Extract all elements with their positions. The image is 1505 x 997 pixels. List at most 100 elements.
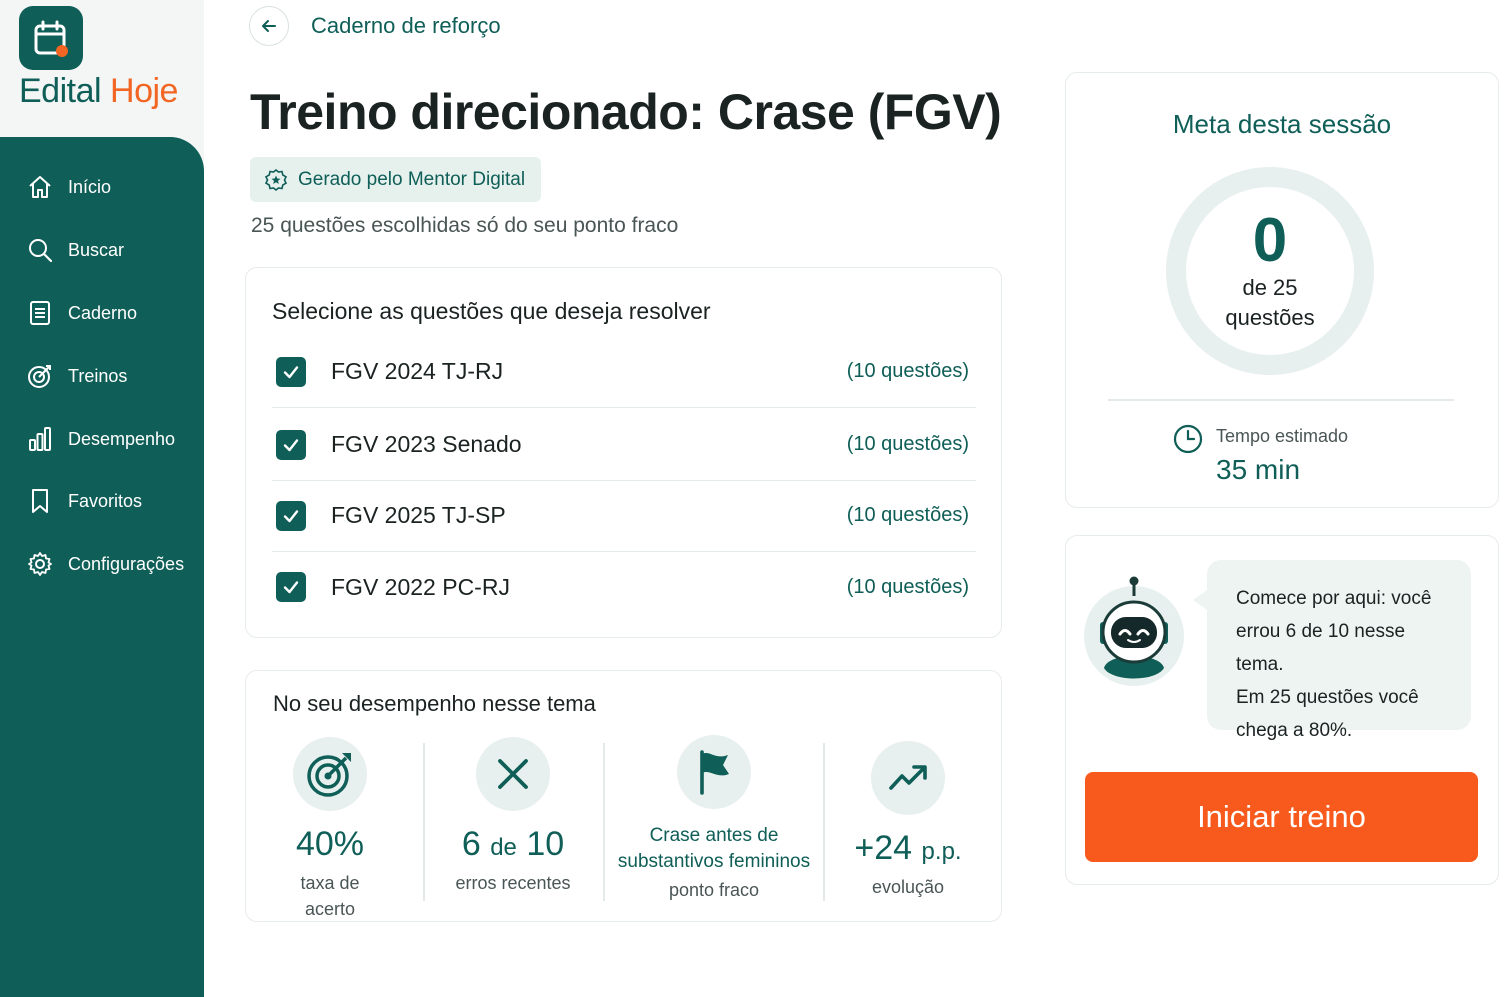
stat-value-main: 6 [461,825,481,863]
clock-icon [1173,424,1203,454]
sidebar-item-buscar[interactable]: Buscar [26,230,124,270]
weak-point-line1: Crase antes de [649,825,779,846]
sidebar-item-configuracoes[interactable]: Configurações [26,544,184,584]
notebook-icon [26,299,54,327]
question-set-count: (10 questões) [846,360,969,382]
stat-accuracy: 40% taxa de acerto [274,737,386,922]
mentor-message-line1: Comece por aqui: você [1236,588,1432,609]
stat-label: ponto fraco [668,880,760,900]
sidebar-item-label: Buscar [68,239,125,260]
sidebar-item-label: Desempenho [68,428,176,449]
sidebar-nav: Início Buscar Caderno Treinos Desempenho… [0,137,204,997]
app-root: Edital Hoje Início Buscar Caderno Treino… [0,0,1505,997]
stat-value-unit: p.p. [921,838,962,865]
stat-value-sep: de [490,834,517,861]
sidebar-item-label: Favoritos [68,490,143,511]
question-set-name: FGV 2025 TJ-SP [331,502,506,528]
goal-total: de 25 [1242,275,1298,300]
check-icon [283,509,299,522]
page-subtitle: 25 questões escolhidas só do seu ponto f… [251,214,679,237]
sidebar-item-label: Configurações [68,553,185,574]
sidebar-item-label: Treinos [68,365,128,386]
weak-point-line2: substantivos femininos [617,851,811,872]
star-badge-icon [264,168,288,192]
stat-label: erros recentes [455,873,571,893]
performance-card: No seu desempenho nesse tema 40% taxa de… [245,670,1002,922]
mentor-card: Comece por aqui: você errou 6 de 10 ness… [1065,535,1499,885]
time-value: 35 min [1216,454,1301,485]
weak-point-topic: Crase antes de substantivos femininos [618,823,810,875]
target-icon [26,362,54,390]
sidebar-item-label: Início [68,176,112,197]
home-icon [26,173,54,201]
brand-name-part1: Edital [19,72,102,110]
divider [603,743,605,901]
checkbox-checked[interactable] [276,500,306,531]
mentor-speech-bubble: Comece por aqui: você errou 6 de 10 ness… [1193,560,1471,741]
question-set-row[interactable]: FGV 2022 PC-RJ (10 questões) [272,551,976,623]
session-goal-card: Meta desta sessão 0 de 25 questões Tempo… [1065,72,1499,508]
mentor-badge: Gerado pelo Mentor Digital [250,157,542,202]
trend-up-icon [871,741,945,815]
question-set-count: (10 questões) [846,504,969,526]
question-set-name: FGV 2023 Senado [331,431,522,457]
page-title: Treino direcionado: Crase (FGV) [250,84,1002,140]
sidebar-item-favoritos[interactable]: Favoritos [26,481,142,521]
brand-name-part2: Hoje [110,72,178,110]
check-icon [283,365,299,378]
question-set-name: FGV 2022 PC-RJ [331,573,510,600]
mentor-message-line3: Em 25 questões você [1236,687,1419,708]
arrow-left-icon [262,20,276,32]
goal-counter: 0 de 25 questões [1166,161,1374,381]
target-icon [293,737,367,811]
stat-value: 6 de 10 [462,825,564,864]
stat-evolution: +24 p.p. evolução [849,741,967,900]
stat-value-total: 10 [526,825,565,863]
sidebar-item-desempenho[interactable]: Desempenho [26,419,175,459]
question-set-row[interactable]: FGV 2025 TJ-SP (10 questões) [272,480,976,552]
time-label: Tempo estimado [1216,426,1349,446]
x-icon [476,737,550,811]
divider [823,743,825,901]
stat-weak-point: Crase antes de substantivos femininos po… [612,735,816,903]
question-selection-card: Selecione as questões que deseja resolve… [245,267,1002,638]
goal-completed: 0 [1252,206,1288,275]
bookmark-icon [26,487,54,515]
stat-label: evolução [871,877,945,897]
sidebar: Edital Hoje Início Buscar Caderno Treino… [0,0,204,997]
sidebar-item-inicio[interactable]: Início [26,167,111,207]
mentor-message-line2: errou 6 de 10 nesse tema. [1236,621,1406,675]
sidebar-item-treinos[interactable]: Treinos [26,356,127,396]
stat-value: +24 p.p. [854,829,961,868]
stat-value: 40% [295,825,365,863]
checkbox-checked[interactable] [276,572,306,602]
stat-label: taxa de acerto [300,873,360,919]
search-icon [26,236,54,264]
divider [423,743,425,901]
checkbox-checked[interactable] [276,356,306,387]
brand: Edital Hoje [0,0,204,140]
selection-heading: Selecione as questões que deseja resolve… [272,298,711,324]
checkbox-checked[interactable] [276,429,306,460]
start-training-button[interactable]: Iniciar treino [1085,772,1478,862]
question-set-name: FGV 2024 TJ-RJ [331,358,504,384]
calendar-logo-icon [19,6,83,70]
back-button[interactable] [249,6,289,46]
question-set-count: (10 questões) [846,433,969,455]
stat-value-main: +24 [854,829,913,867]
goal-heading: Meta desta sessão [1172,109,1392,139]
sidebar-item-label: Caderno [68,302,138,323]
flag-icon [677,735,751,809]
gear-icon [26,550,54,578]
stat-errors: 6 de 10 erros recentes [452,737,574,896]
robot-mentor-icon [1084,576,1184,686]
check-icon [283,438,299,451]
check-icon [283,581,299,594]
sidebar-item-caderno[interactable]: Caderno [26,293,137,333]
breadcrumb[interactable]: Caderno de reforço [311,13,501,39]
performance-heading: No seu desempenho nesse tema [273,691,596,716]
bar-chart-icon [26,425,54,453]
question-set-count: (10 questões) [846,575,969,598]
question-set-row[interactable]: FGV 2024 TJ-RJ (10 questões) [272,336,976,408]
question-set-row[interactable]: FGV 2023 Senado (10 questões) [272,409,976,481]
